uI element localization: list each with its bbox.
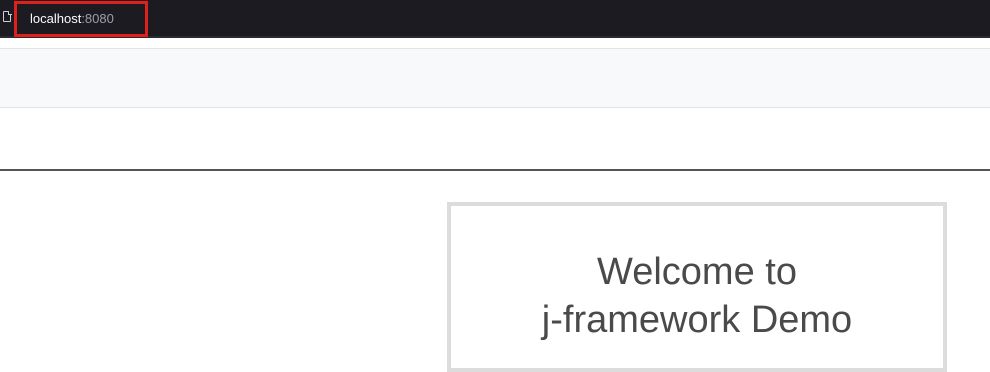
welcome-title-line-2: j-framework Demo [541, 299, 853, 341]
header-divider [0, 169, 990, 171]
page-icon [3, 10, 12, 22]
welcome-title: Welcome to j-framework Demo [451, 248, 943, 344]
welcome-title-line-1: Welcome to [597, 251, 797, 293]
browser-toolbar: localhost:8080 [0, 0, 990, 38]
app-header-bar [0, 48, 990, 108]
url-highlight-box [14, 1, 148, 37]
welcome-card: Welcome to j-framework Demo [447, 202, 947, 372]
